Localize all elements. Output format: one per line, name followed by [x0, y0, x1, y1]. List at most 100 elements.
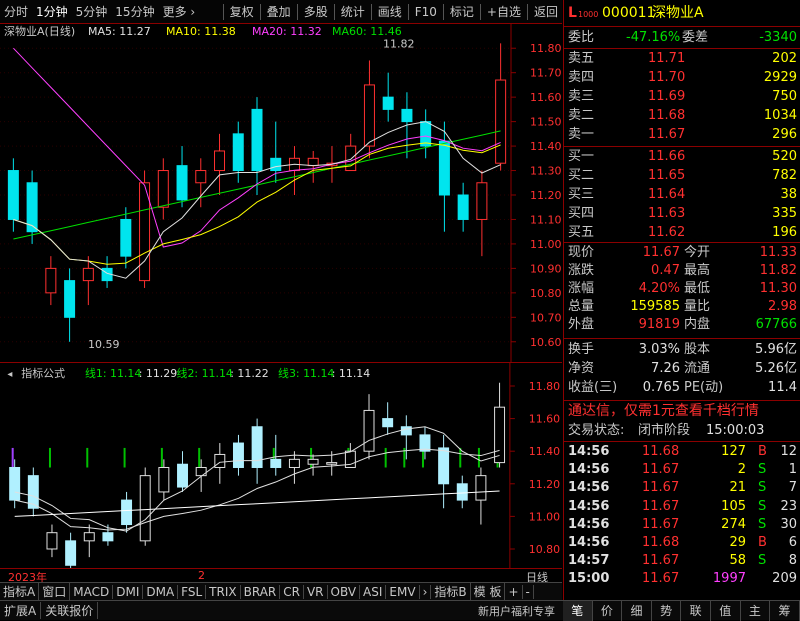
- tick-row: 14:56 11.67 2 S 1: [564, 461, 800, 479]
- buy-1-price: 11.66: [648, 149, 686, 164]
- divider: [564, 400, 800, 401]
- ma60-label: MA60: 11.46: [332, 25, 402, 38]
- toolbar-btn-0[interactable]: 复权: [226, 3, 258, 20]
- indicator-tab-16[interactable]: +: [505, 584, 523, 599]
- panel-tab-5[interactable]: 值: [711, 601, 741, 621]
- panel-tab-7[interactable]: 筹: [770, 601, 800, 621]
- ind-candle-body: [83, 532, 95, 542]
- trade-time: 15:00:03: [706, 423, 765, 438]
- info2-value: 3.03%: [638, 342, 680, 357]
- period-tab-1[interactable]: 1分钟: [32, 3, 72, 20]
- sell-2-label: 卖二: [568, 108, 595, 123]
- info-value: 159585: [630, 299, 680, 314]
- info-label2: 量比: [684, 299, 711, 314]
- panel-tab-2[interactable]: 细: [622, 601, 652, 621]
- info2-value: 0.765: [642, 380, 680, 395]
- buy-2-price: 11.65: [648, 168, 686, 183]
- tick-side: S: [758, 498, 767, 514]
- indicator-chart[interactable]: 指标公式 线1: 11.14: 11.29 线2: 11.14: 11.22 线3: …: [0, 362, 562, 568]
- indicator-tab-14[interactable]: 指标B: [431, 583, 471, 600]
- panel-tab-1[interactable]: 价: [593, 601, 623, 621]
- row-quote.buy.2: 买三 11.64 38: [564, 186, 800, 204]
- period-toolbar: 分时 1分钟 5分钟 15分钟 更多 › 复权 叠加 多股 统计 画线 F10 标记 +自选 返回: [0, 0, 562, 24]
- ind-candle-body: [121, 499, 133, 526]
- ind-candle-body: [382, 418, 394, 428]
- panel-tab-4[interactable]: 联: [681, 601, 711, 621]
- toolbar-btn-5[interactable]: F10: [411, 5, 441, 19]
- tick-volume: 2: [737, 462, 746, 478]
- indicator-tab-11[interactable]: ASI: [360, 584, 387, 599]
- toolbar-btn-2[interactable]: 多股: [300, 3, 332, 20]
- indicator-tab-9[interactable]: VR: [304, 584, 328, 599]
- toolbar-btn-3[interactable]: 统计: [337, 3, 369, 20]
- panel-tab-0[interactable]: 笔: [563, 601, 593, 621]
- row-quote.sell.3: 卖二 11.68 1034: [564, 107, 800, 125]
- promo-link[interactable]: 新用户福利专享: [478, 603, 555, 619]
- indicator-tab-1[interactable]: 窗口: [39, 583, 71, 600]
- sell-3-volume: 750: [772, 89, 797, 104]
- ad-row[interactable]: 通达信，仅需1元查看千档行情: [564, 402, 800, 422]
- indicator-tab-3[interactable]: DMI: [113, 584, 144, 599]
- price-tick: 11.60: [530, 91, 562, 104]
- indicator-tab-12[interactable]: EMV: [386, 584, 420, 599]
- trade-state-label: 交易状态:: [568, 423, 625, 438]
- ad-text[interactable]: 通达信，仅需1元查看千档行情: [568, 402, 759, 420]
- info2-value2: 5.96亿: [755, 342, 797, 357]
- tick-count: 209: [772, 571, 797, 587]
- candle-body: [382, 96, 394, 110]
- toolbar-btn-8[interactable]: 返回: [530, 3, 562, 20]
- indicator-tab-2[interactable]: MACD: [70, 584, 114, 599]
- indicator-tab-0[interactable]: 指标A: [0, 583, 40, 600]
- candle-body: [157, 170, 169, 208]
- indicator-tab-6[interactable]: TRIX: [206, 584, 241, 599]
- indicator-tab-7[interactable]: BRAR: [241, 584, 281, 599]
- line1-value: : 11.29: [139, 367, 178, 380]
- indicator-tab-13[interactable]: ›: [420, 584, 432, 599]
- line2-value: : 11.22: [230, 367, 268, 380]
- info-value2: 11.33: [759, 245, 797, 260]
- info-value2: 2.98: [768, 299, 797, 314]
- sell-5-price: 11.71: [648, 51, 686, 66]
- tick-side: S: [758, 462, 767, 478]
- buy-5-label: 买五: [568, 225, 595, 240]
- candle-body: [7, 170, 19, 220]
- panel-tab-6[interactable]: 主: [741, 601, 771, 621]
- period-tab-4[interactable]: 更多 ›: [159, 3, 200, 20]
- info-value2: 67766: [755, 317, 797, 332]
- period-tab-3[interactable]: 15分钟: [111, 3, 158, 20]
- tick-count: 8: [788, 553, 797, 569]
- price-tick: 11.50: [530, 116, 562, 129]
- info-row-1: 涨跌 0.47 最高 11.82: [564, 262, 800, 280]
- ind-candle-body: [363, 409, 375, 452]
- related-quote-tab[interactable]: 关联报价: [41, 602, 99, 619]
- indicator-tab-17[interactable]: -: [523, 584, 534, 599]
- toolbar-btn-7[interactable]: +自选: [483, 3, 525, 20]
- toolbar-btn-4[interactable]: 画线: [374, 3, 406, 20]
- candle-body: [120, 218, 132, 257]
- indicator-tab-8[interactable]: CR: [280, 584, 304, 599]
- ma10-label: MA10: 11.38: [166, 25, 236, 38]
- ind-candle-body: [102, 532, 114, 542]
- ext-a-tab[interactable]: 扩展A: [0, 602, 42, 619]
- toolbar-btn-1[interactable]: 叠加: [263, 3, 295, 20]
- buy-4-volume: 335: [772, 206, 797, 221]
- period-tab-2[interactable]: 5分钟: [72, 3, 112, 20]
- ind-candle-body: [456, 483, 468, 501]
- indicator-tab-15[interactable]: 模 板: [471, 583, 506, 600]
- ind-collapse-icon[interactable]: ◂: [7, 369, 12, 380]
- indicator-tab-10[interactable]: OBV: [328, 584, 361, 599]
- indicator-tab-5[interactable]: FSL: [178, 584, 207, 599]
- ind-tick: 10.80: [529, 543, 560, 556]
- panel-tab-3[interactable]: 势: [652, 601, 682, 621]
- info2-row-2: 收益(三) 0.765 PE(动) 11.4: [564, 379, 800, 397]
- period-tab-0[interactable]: 分时: [0, 3, 32, 20]
- indicator-tab-4[interactable]: DMA: [143, 584, 179, 599]
- toolbar-btn-6[interactable]: 标记: [446, 3, 478, 20]
- weibi-row: 委比 -47.16% 委差 -3340: [564, 29, 800, 47]
- ind-candle-body: [475, 475, 487, 501]
- tick-count: 1: [788, 462, 797, 478]
- kline-chart[interactable]: 深物业A(日线) MA5: 11.27 MA10: 11.38 MA20: 11.32…: [0, 24, 562, 362]
- info2-value2: 5.26亿: [755, 361, 797, 376]
- ind-tick: 11.00: [529, 510, 560, 523]
- info-row-4: 外盘 91819 内盘 67766: [564, 316, 800, 334]
